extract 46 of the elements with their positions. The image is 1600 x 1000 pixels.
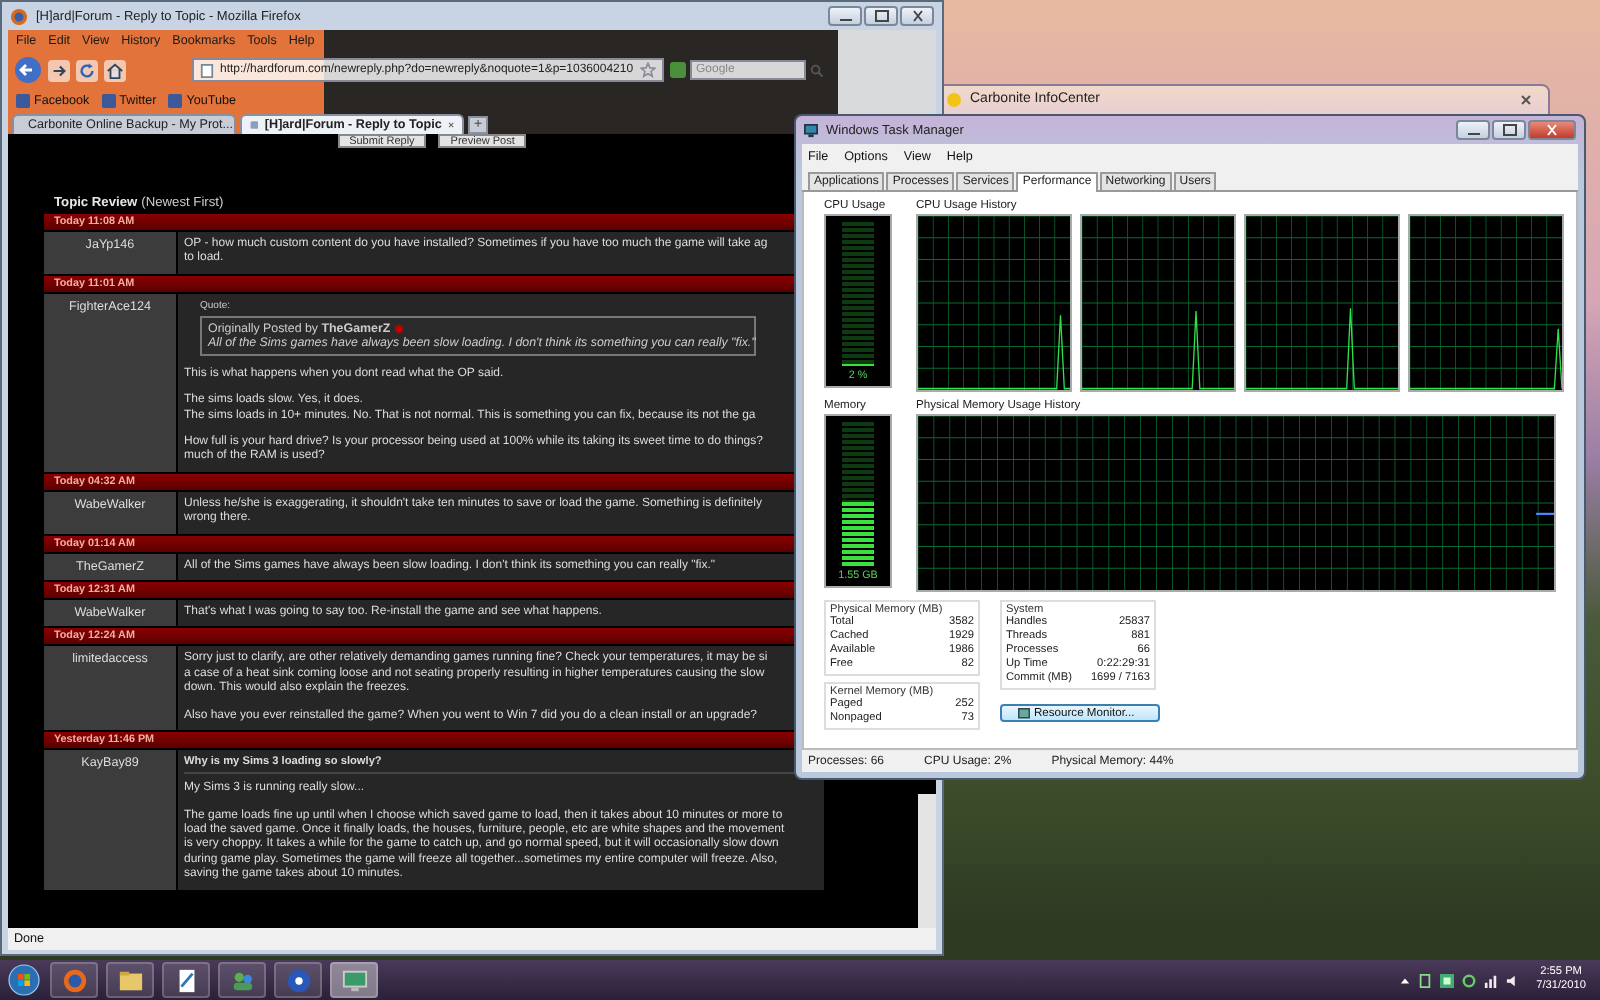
home-icon <box>106 61 124 79</box>
grid-icon[interactable] <box>1440 973 1455 987</box>
square-icon <box>101 93 116 107</box>
taskbar-app-button[interactable] <box>162 962 210 998</box>
close-icon <box>1544 124 1560 136</box>
battery-icon[interactable] <box>1418 973 1433 987</box>
reload-button[interactable] <box>76 59 98 81</box>
speaker-icon[interactable] <box>1506 973 1521 987</box>
square-icon <box>168 93 183 107</box>
close-icon <box>909 10 925 22</box>
caret-icon[interactable] <box>1400 975 1411 985</box>
maximize-icon <box>1501 124 1517 136</box>
circle-icon[interactable] <box>1462 973 1477 987</box>
close-button[interactable] <box>900 6 934 26</box>
page-icon <box>250 118 259 132</box>
star-icon[interactable] <box>640 62 656 78</box>
square-icon <box>16 93 30 107</box>
monitor-icon <box>804 123 818 137</box>
home-button[interactable] <box>104 59 126 81</box>
taskbar-app-button[interactable] <box>274 962 322 998</box>
monitor-icon <box>1018 707 1030 719</box>
scrollbar[interactable] <box>918 794 936 928</box>
minimize-button[interactable] <box>1456 120 1490 140</box>
forward-button[interactable] <box>48 59 70 81</box>
maximize-button[interactable] <box>1492 120 1526 140</box>
maximize-icon <box>873 10 889 22</box>
four-squares-icon <box>8 964 40 996</box>
forward-arrow-icon <box>50 61 68 79</box>
globe-icon <box>61 967 87 993</box>
page-icon <box>200 63 214 77</box>
monitor-icon <box>341 967 367 993</box>
close-icon[interactable] <box>447 120 454 130</box>
close-button[interactable] <box>1528 120 1576 140</box>
reload-icon <box>78 61 96 79</box>
disc-icon <box>285 967 311 993</box>
minimize-button[interactable] <box>828 6 862 26</box>
maximize-button[interactable] <box>864 6 898 26</box>
globe-icon <box>10 7 28 25</box>
sun-icon <box>946 92 962 108</box>
start-button[interactable] <box>6 962 42 998</box>
folder-icon <box>117 967 143 993</box>
close-icon <box>1520 94 1532 106</box>
people-icon <box>229 967 255 993</box>
taskbar-app-button[interactable] <box>106 962 154 998</box>
back-button[interactable] <box>14 56 42 84</box>
signal-icon[interactable] <box>1484 973 1499 987</box>
